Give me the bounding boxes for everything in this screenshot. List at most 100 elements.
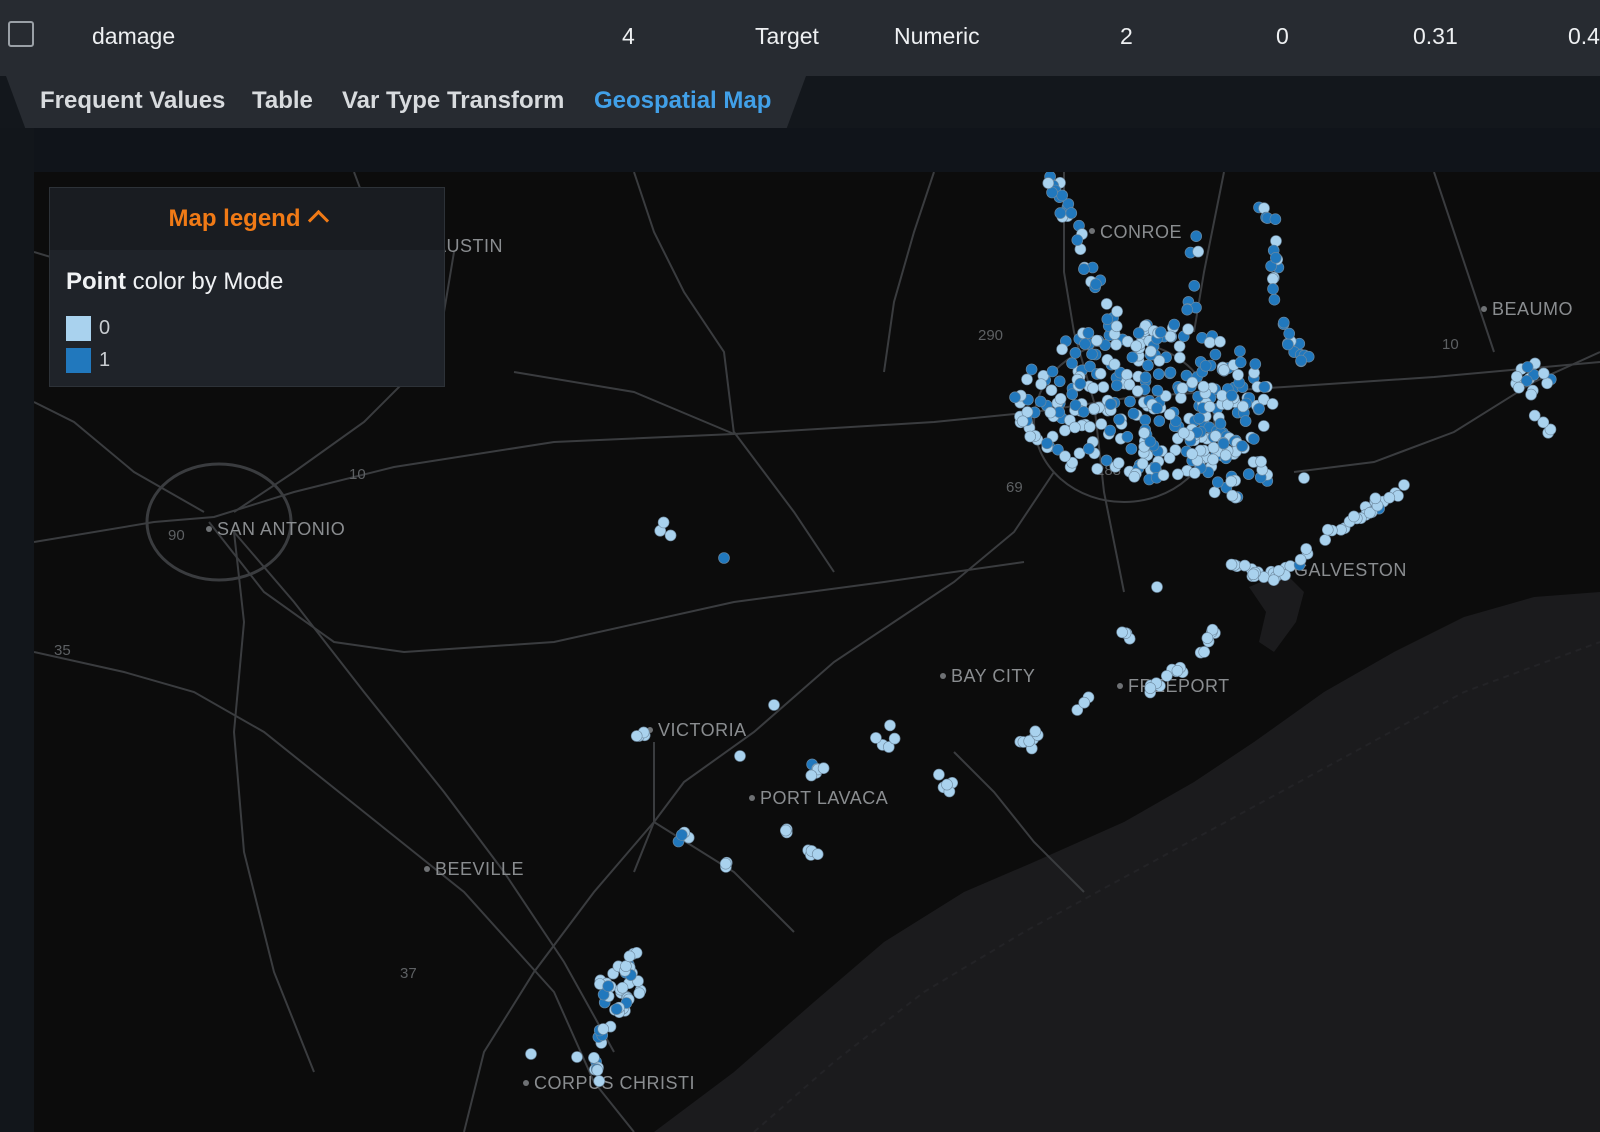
map-point[interactable]	[1145, 345, 1157, 358]
map-point[interactable]	[1511, 370, 1523, 383]
map-point[interactable]	[1212, 476, 1224, 489]
map-point[interactable]	[1175, 392, 1187, 404]
map-point[interactable]	[1091, 334, 1103, 347]
map-point[interactable]	[768, 699, 780, 711]
map-point[interactable]	[1116, 626, 1128, 639]
map-point[interactable]	[1204, 336, 1216, 349]
map-point[interactable]	[805, 769, 818, 782]
map-point[interactable]	[1236, 440, 1248, 452]
map-point[interactable]	[1025, 363, 1038, 376]
map-point[interactable]	[1059, 424, 1071, 437]
tab-var-type-transform[interactable]: Var Type Transform	[342, 76, 564, 126]
map-point[interactable]	[933, 768, 945, 781]
map-point[interactable]	[1181, 303, 1193, 316]
tab-frequent-values[interactable]: Frequent Values	[40, 76, 225, 126]
map-point[interactable]	[1113, 413, 1125, 426]
map-point[interactable]	[941, 778, 953, 791]
map-point[interactable]	[1124, 395, 1136, 408]
map-point[interactable]	[1088, 403, 1100, 415]
map-point[interactable]	[1190, 230, 1202, 242]
map-point[interactable]	[1029, 725, 1042, 738]
map-point[interactable]	[1164, 366, 1177, 379]
map-point[interactable]	[1234, 356, 1247, 369]
map-point[interactable]	[1125, 443, 1138, 455]
map-point[interactable]	[1173, 340, 1186, 353]
map-point[interactable]	[1258, 381, 1271, 393]
map-point[interactable]	[1283, 327, 1295, 340]
map-point[interactable]	[1164, 408, 1176, 421]
map-point[interactable]	[1199, 360, 1212, 372]
map-point[interactable]	[1513, 381, 1525, 394]
variable-row[interactable]: damage 4 Target Numeric 2 0 0.31 0.4	[0, 0, 1600, 76]
map-point[interactable]	[1207, 453, 1219, 466]
map-point[interactable]	[1097, 381, 1110, 393]
map-point[interactable]	[1186, 376, 1199, 389]
tab-geospatial-map[interactable]: Geospatial Map	[594, 76, 771, 126]
map-point[interactable]	[1168, 318, 1180, 331]
map-point[interactable]	[1234, 345, 1246, 357]
map-point[interactable]	[1270, 235, 1282, 247]
map-point[interactable]	[1521, 361, 1534, 373]
map-point[interactable]	[1171, 664, 1184, 677]
map-point[interactable]	[1186, 448, 1198, 460]
map-point[interactable]	[1139, 414, 1151, 426]
map-point[interactable]	[1182, 323, 1194, 335]
map-point[interactable]	[602, 980, 615, 993]
map-point[interactable]	[591, 1064, 604, 1077]
map-point[interactable]	[1218, 364, 1230, 376]
map-point[interactable]	[1253, 403, 1265, 415]
map-point[interactable]	[597, 1023, 610, 1035]
map-point[interactable]	[1267, 283, 1279, 295]
map-point[interactable]	[1193, 412, 1205, 425]
map-point[interactable]	[1348, 510, 1360, 523]
map-point[interactable]	[588, 1051, 600, 1064]
map-point[interactable]	[1111, 305, 1123, 318]
map-point[interactable]	[1151, 384, 1164, 397]
map-point[interactable]	[1069, 347, 1082, 359]
map-point[interactable]	[1161, 670, 1173, 682]
map-point[interactable]	[616, 981, 629, 994]
map-point[interactable]	[1188, 280, 1201, 292]
map-point[interactable]	[1214, 335, 1226, 348]
map-point[interactable]	[1108, 358, 1121, 371]
map-point[interactable]	[1537, 367, 1550, 380]
map-point[interactable]	[1112, 457, 1125, 469]
map-point[interactable]	[1237, 400, 1249, 413]
map-point[interactable]	[1298, 472, 1310, 484]
map-point[interactable]	[1046, 365, 1059, 378]
map-point[interactable]	[593, 1075, 606, 1087]
map-point[interactable]	[1232, 369, 1244, 381]
map-point[interactable]	[1219, 449, 1232, 462]
map-point[interactable]	[734, 750, 746, 762]
map-point[interactable]	[1084, 421, 1096, 433]
map-point[interactable]	[1208, 486, 1221, 499]
map-point[interactable]	[1267, 273, 1279, 285]
map-point[interactable]	[1398, 479, 1410, 491]
map-point[interactable]	[1203, 400, 1216, 413]
map-point[interactable]	[1071, 234, 1084, 246]
map-point[interactable]	[1079, 338, 1091, 350]
map-point[interactable]	[1128, 470, 1141, 483]
tab-table[interactable]: Table	[252, 76, 313, 126]
map-point[interactable]	[675, 829, 688, 841]
map-point[interactable]	[1021, 373, 1033, 386]
map-point[interactable]	[1131, 385, 1144, 397]
map-point[interactable]	[1016, 415, 1029, 428]
map-point[interactable]	[664, 529, 677, 542]
map-point[interactable]	[1248, 433, 1260, 445]
map-point[interactable]	[1127, 407, 1140, 420]
map-point[interactable]	[1319, 534, 1331, 546]
map-point[interactable]	[1178, 427, 1190, 439]
map-point[interactable]	[1300, 543, 1312, 555]
map-point[interactable]	[1094, 367, 1107, 380]
map-point[interactable]	[1066, 357, 1078, 370]
legend-toggle[interactable]: Map legend	[50, 188, 444, 250]
map-point[interactable]	[1151, 581, 1163, 593]
map-point[interactable]	[1322, 523, 1334, 536]
map-point[interactable]	[1104, 398, 1117, 410]
map-point[interactable]	[1059, 450, 1071, 463]
map-point[interactable]	[1136, 457, 1149, 470]
map-point[interactable]	[1035, 378, 1047, 390]
map-point[interactable]	[1126, 351, 1139, 364]
map-point[interactable]	[657, 516, 670, 529]
